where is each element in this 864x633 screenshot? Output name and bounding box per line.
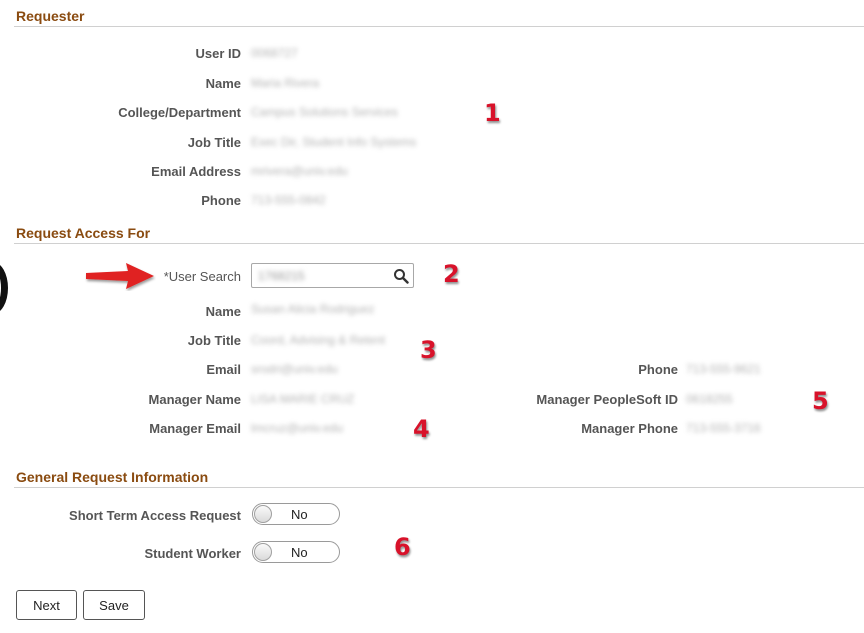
- value-manager-email: lmcruz@univ.edu: [251, 421, 343, 435]
- value-manager-phone: 713-555-3716: [686, 421, 761, 435]
- value-job-title: Exec Dir, Student Info Systems: [251, 135, 417, 149]
- search-icon[interactable]: [393, 268, 409, 284]
- user-search-input[interactable]: 1768215: [251, 263, 414, 288]
- label-manager-peoplesoft-id: Manager PeopleSoft ID: [536, 392, 678, 407]
- red-arrow-icon: [86, 263, 154, 289]
- section-title-requester: Requester: [16, 8, 85, 24]
- user-search-value: 1768215: [258, 269, 305, 283]
- value-college-department: Campus Solutions Services: [251, 105, 398, 119]
- callout-3: 3: [420, 336, 437, 364]
- label-email-address: Email Address: [151, 164, 241, 179]
- divider: [14, 26, 864, 27]
- label-manager-email: Manager Email: [149, 421, 241, 436]
- label-student-worker: Student Worker: [144, 546, 241, 561]
- section-title-general-request: General Request Information: [16, 469, 209, 485]
- label-phone: Phone: [638, 362, 678, 377]
- student-worker-toggle[interactable]: No: [252, 541, 340, 563]
- value-manager-peoplesoft-id: 0618255: [686, 392, 733, 406]
- value-phone: 713-555-9621: [686, 362, 761, 376]
- value-manager-name: LISA MARIE CRUZ: [251, 392, 355, 406]
- label-short-term-access: Short Term Access Request: [69, 508, 241, 523]
- callout-5: 5: [812, 387, 829, 415]
- label-user-id: User ID: [195, 46, 241, 61]
- value-user-id: 0068727: [251, 46, 298, 60]
- divider: [14, 487, 864, 488]
- toggle-state: No: [291, 507, 308, 522]
- value-job-title: Coord, Advising & Retent: [251, 333, 386, 347]
- label-job-title: Job Title: [187, 135, 241, 150]
- label-college-department: College/Department: [118, 105, 241, 120]
- callout-6: 6: [394, 533, 411, 561]
- callout-4: 4: [413, 415, 430, 443]
- label-email: Email: [206, 362, 241, 377]
- section-title-request-access: Request Access For: [16, 225, 151, 241]
- label-user-search: *User Search: [163, 269, 241, 284]
- label-name: Name: [205, 76, 241, 91]
- callout-2: 2: [443, 260, 460, 288]
- value-phone: 713-555-0842: [251, 193, 326, 207]
- toggle-knob: [254, 505, 272, 523]
- label-job-title: Job Title: [187, 333, 241, 348]
- label-name: Name: [205, 304, 241, 319]
- label-manager-name: Manager Name: [148, 392, 241, 407]
- short-term-access-toggle[interactable]: No: [252, 503, 340, 525]
- value-email-address: mrivera@univ.edu: [251, 164, 348, 178]
- value-name: Maria Rivera: [251, 76, 320, 90]
- next-button[interactable]: Next: [16, 590, 77, 620]
- toggle-state: No: [291, 545, 308, 560]
- edge-artifact: [0, 262, 8, 314]
- label-manager-phone: Manager Phone: [581, 421, 678, 436]
- callout-1: 1: [484, 99, 501, 127]
- divider: [14, 243, 864, 244]
- value-email: srodri@univ.edu: [251, 362, 338, 376]
- save-button[interactable]: Save: [83, 590, 145, 620]
- value-name: Susan Alicia Rodriguez: [251, 302, 375, 316]
- toggle-knob: [254, 543, 272, 561]
- label-phone: Phone: [201, 193, 241, 208]
